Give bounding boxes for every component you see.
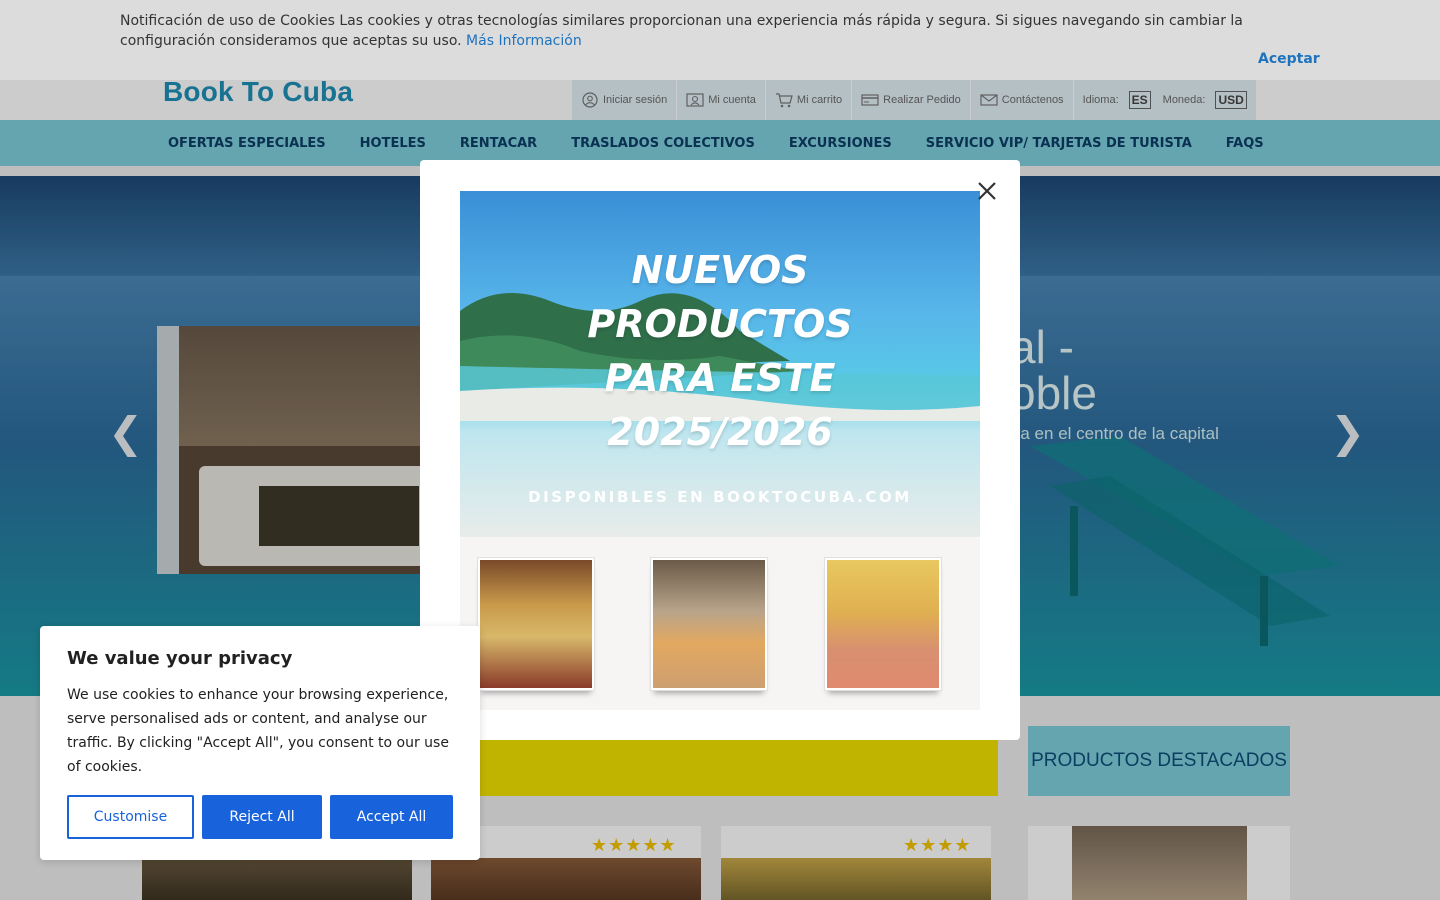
promo-available-text: DISPONIBLES EN BOOKTOCUBA.COM xyxy=(528,488,912,506)
privacy-body: We use cookies to enhance your browsing … xyxy=(67,687,449,775)
cookie-notice-bar: Notificación de uso de Cookies Las cooki… xyxy=(0,0,1440,80)
promo-banner-image: NUEVOS PRODUCTOS PARA ESTE 2025/2026 DIS… xyxy=(460,191,980,710)
promo-thumbnails xyxy=(460,537,980,710)
more-info-link[interactable]: Más Información xyxy=(466,33,582,49)
thumbnail-lounge xyxy=(650,557,768,691)
reject-all-button[interactable]: Reject All xyxy=(202,795,322,839)
accept-all-button[interactable]: Accept All xyxy=(330,795,453,839)
close-icon[interactable] xyxy=(977,181,997,201)
customise-button[interactable]: Customise xyxy=(67,795,194,839)
cookie-notice-text: Notificación de uso de Cookies Las cooki… xyxy=(120,13,1243,49)
cookie-accept-link[interactable]: Aceptar xyxy=(1258,51,1320,67)
privacy-title: We value your privacy xyxy=(67,648,293,669)
promo-modal: NUEVOS PRODUCTOS PARA ESTE 2025/2026 DIS… xyxy=(420,160,1020,740)
thumbnail-bedroom xyxy=(824,557,942,691)
promo-headline: NUEVOS PRODUCTOS PARA ESTE 2025/2026 xyxy=(587,248,853,454)
privacy-consent-dialog: We value your privacy We use cookies to … xyxy=(40,626,480,860)
thumbnail-restaurant xyxy=(477,557,595,691)
